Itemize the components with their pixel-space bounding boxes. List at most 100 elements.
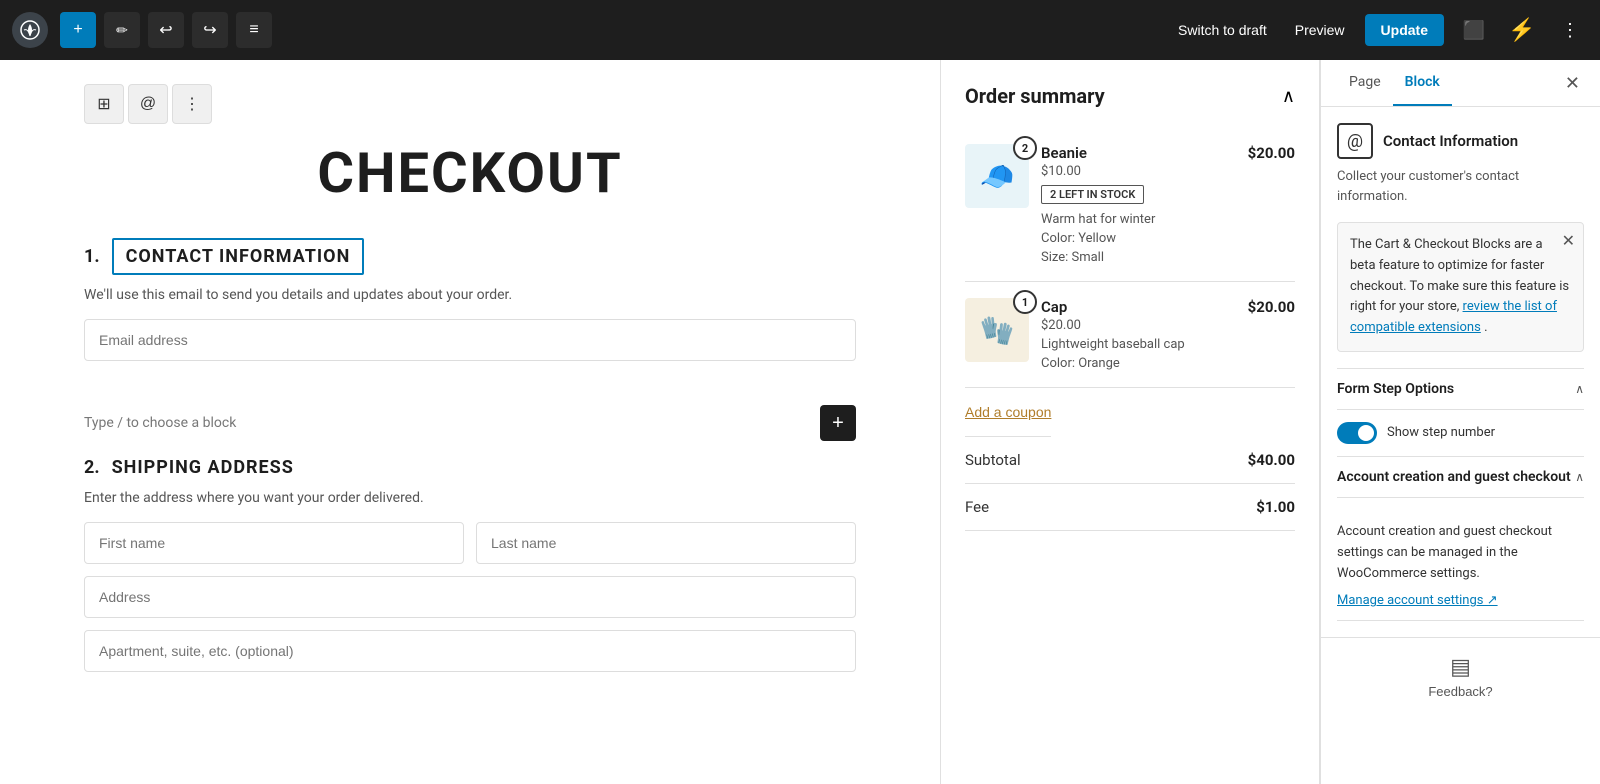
beanie-image: 🧢 2 xyxy=(965,144,1029,208)
order-item-beanie: 🧢 2 Beanie $10.00 2 LEFT IN STOCK Warm h… xyxy=(965,128,1295,282)
section1-title[interactable]: CONTACT INFORMATION xyxy=(112,238,365,275)
switch-to-draft-button[interactable]: Switch to draft xyxy=(1170,16,1275,44)
order-summary-title: Order summary xyxy=(965,84,1105,108)
first-name-input[interactable] xyxy=(84,522,464,564)
form-step-options-title: Form Step Options xyxy=(1337,381,1454,397)
section1-header: 1. CONTACT INFORMATION xyxy=(84,238,856,275)
sidebar-close-button[interactable]: ✕ xyxy=(1561,60,1584,106)
toolbar: + ✏ ↩ ↪ ≡ Switch to draft Preview Update… xyxy=(0,0,1600,60)
account-section-title: Account creation and guest checkout xyxy=(1337,469,1571,485)
form-step-options-header[interactable]: Form Step Options ∧ xyxy=(1337,369,1584,410)
editor-area: ⊞ @ ⋮ CHECKOUT 1. CONTACT INFORMATION We… xyxy=(0,60,940,784)
email-input[interactable] xyxy=(84,319,856,361)
apt-input[interactable] xyxy=(84,630,856,672)
account-section-content: Account creation and guest checkout sett… xyxy=(1337,510,1584,621)
undo-button[interactable]: ↩ xyxy=(148,12,184,48)
show-step-number-row: Show step number xyxy=(1337,422,1584,444)
section1-desc: We'll use this email to send you details… xyxy=(84,287,856,303)
order-summary-panel: Order summary ∧ 🧢 2 Beanie $10.00 2 LEFT… xyxy=(940,60,1320,784)
cap-price-sub: $20.00 xyxy=(1041,318,1236,333)
beanie-price-total: $20.00 xyxy=(1248,144,1295,162)
right-sidebar: Page Block ✕ @ Contact Information Colle… xyxy=(1320,60,1600,784)
subtotal-row: Subtotal $40.00 xyxy=(965,437,1295,484)
block-info-title: Contact Information xyxy=(1383,132,1518,150)
cap-quantity-badge: 1 xyxy=(1013,290,1037,314)
wp-logo-icon[interactable] xyxy=(12,12,48,48)
cap-desc: Lightweight baseball cap xyxy=(1041,337,1236,352)
edit-button[interactable]: ✏ xyxy=(104,12,140,48)
layout-icon-button[interactable]: ⬛ xyxy=(1456,12,1492,48)
redo-button[interactable]: ↪ xyxy=(192,12,228,48)
list-view-button[interactable]: ≡ xyxy=(236,12,272,48)
add-block-inline-button[interactable]: + xyxy=(820,405,856,441)
sidebar-content: @ Contact Information Collect your custo… xyxy=(1321,107,1600,637)
update-button[interactable]: Update xyxy=(1365,14,1444,46)
section1-number: 1. xyxy=(84,246,100,267)
name-row xyxy=(84,522,856,576)
show-step-number-label: Show step number xyxy=(1387,425,1495,440)
tab-block[interactable]: Block xyxy=(1393,60,1452,106)
toolbar-right: Switch to draft Preview Update ⬛ ⚡ ⋮ xyxy=(1170,12,1588,48)
contact-info-section: 1. CONTACT INFORMATION We'll use this em… xyxy=(84,238,856,373)
fee-label: Fee xyxy=(965,498,989,516)
form-step-options-panel: Form Step Options ∧ Show step number xyxy=(1337,369,1584,444)
cap-color: Color: Orange xyxy=(1041,356,1236,371)
section2-title: SHIPPING ADDRESS xyxy=(112,457,294,478)
account-section-panel: Account creation and guest checkout ∧ Ac… xyxy=(1337,457,1584,621)
feedback-label: Feedback? xyxy=(1428,684,1492,699)
preview-button[interactable]: Preview xyxy=(1287,16,1353,44)
cap-image: 🧤 1 xyxy=(965,298,1029,362)
beanie-stock-badge: 2 LEFT IN STOCK xyxy=(1041,185,1144,204)
beanie-emoji: 🧢 xyxy=(980,160,1015,193)
section2-number: 2. xyxy=(84,457,100,478)
type-block-area: Type / to choose a block + xyxy=(84,397,856,449)
account-chevron-icon: ∧ xyxy=(1575,470,1584,484)
main-layout: ⊞ @ ⋮ CHECKOUT 1. CONTACT INFORMATION We… xyxy=(0,60,1600,784)
section2-desc: Enter the address where you want your or… xyxy=(84,490,856,506)
page-title: CHECKOUT xyxy=(84,140,856,206)
cap-name: Cap xyxy=(1041,298,1236,316)
account-section-header[interactable]: Account creation and guest checkout ∧ xyxy=(1337,457,1584,498)
collapse-order-summary-button[interactable]: ∧ xyxy=(1282,86,1295,107)
performance-icon-button[interactable]: ⚡ xyxy=(1504,12,1540,48)
add-coupon-button[interactable]: Add a coupon xyxy=(965,388,1051,437)
account-desc: Account creation and guest checkout sett… xyxy=(1337,522,1584,584)
section2-header: 2. SHIPPING ADDRESS xyxy=(84,457,856,478)
shipping-address-section: 2. SHIPPING ADDRESS Enter the address wh… xyxy=(84,457,856,684)
subtotal-value: $40.00 xyxy=(1248,451,1295,469)
feedback-icon: ▤ xyxy=(1450,654,1471,680)
block-icon: @ xyxy=(1337,123,1373,159)
beanie-details: Beanie $10.00 2 LEFT IN STOCK Warm hat f… xyxy=(1041,144,1236,265)
notice-close-button[interactable]: ✕ xyxy=(1562,231,1575,251)
order-item-cap: 🧤 1 Cap $20.00 Lightweight baseball cap … xyxy=(965,282,1295,388)
subtotal-label: Subtotal xyxy=(965,451,1021,469)
tab-page[interactable]: Page xyxy=(1337,60,1393,106)
fee-value: $1.00 xyxy=(1256,498,1295,516)
beanie-size: Size: Small xyxy=(1041,250,1236,265)
cap-details: Cap $20.00 Lightweight baseball cap Colo… xyxy=(1041,298,1236,371)
form-step-chevron-icon: ∧ xyxy=(1575,382,1584,396)
block-toolbar: ⊞ @ ⋮ xyxy=(84,84,856,124)
fee-row: Fee $1.00 xyxy=(965,484,1295,531)
block-info-header: @ Contact Information xyxy=(1337,123,1584,159)
cap-emoji: 🧤 xyxy=(980,314,1015,347)
address-input[interactable] xyxy=(84,576,856,618)
manage-account-settings-link[interactable]: Manage account settings ↗ xyxy=(1337,593,1498,608)
more-tool-button[interactable]: ⋮ xyxy=(172,84,212,124)
beanie-desc: Warm hat for winter xyxy=(1041,212,1236,227)
add-block-toolbar-button[interactable]: + xyxy=(60,12,96,48)
beanie-quantity-badge: 2 xyxy=(1013,136,1037,160)
cap-price-total: $20.00 xyxy=(1248,298,1295,316)
beanie-price-sub: $10.00 xyxy=(1041,164,1236,179)
order-summary-header: Order summary ∧ xyxy=(965,84,1295,108)
sidebar-tabs: Page Block ✕ xyxy=(1321,60,1600,107)
block-info-desc: Collect your customer's contact informat… xyxy=(1337,167,1584,206)
layout-tool-button[interactable]: ⊞ xyxy=(84,84,124,124)
at-tool-button[interactable]: @ xyxy=(128,84,168,124)
beta-notice-box: ✕ The Cart & Checkout Blocks are a beta … xyxy=(1337,222,1584,352)
notice-text-end: . xyxy=(1484,320,1487,335)
more-options-button[interactable]: ⋮ xyxy=(1552,12,1588,48)
feedback-button[interactable]: ▤ Feedback? xyxy=(1321,638,1600,715)
last-name-input[interactable] xyxy=(476,522,856,564)
show-step-number-toggle[interactable] xyxy=(1337,422,1377,444)
